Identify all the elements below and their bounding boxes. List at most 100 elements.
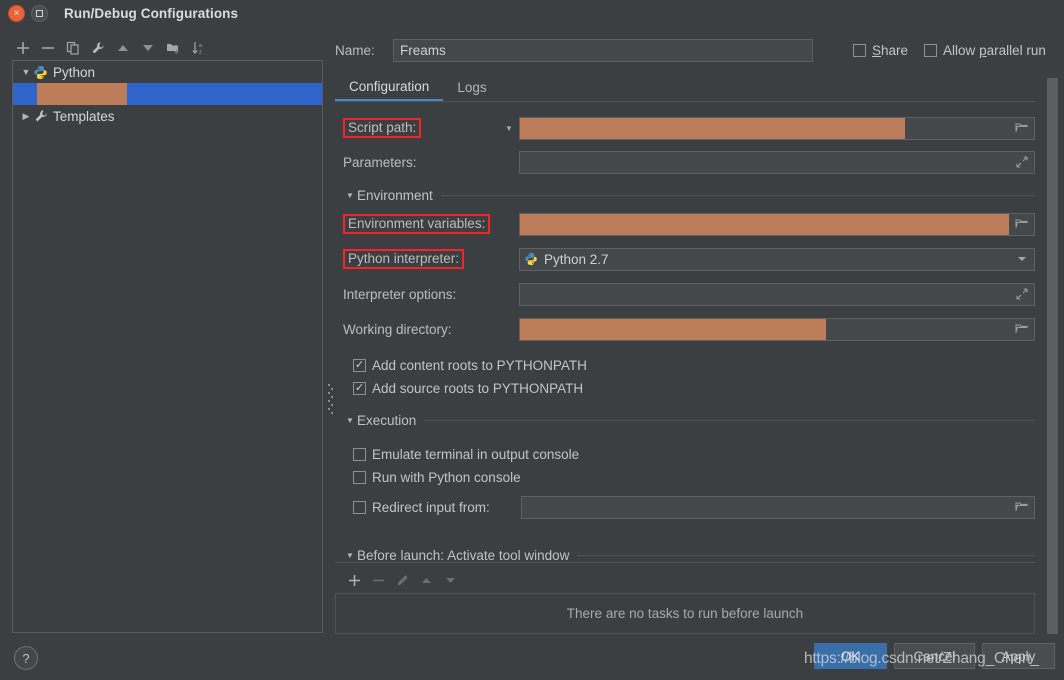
parameters-row: Parameters:	[343, 150, 1035, 174]
redacted-configuration-name	[37, 83, 127, 105]
python-interpreter-value: Python 2.7	[544, 251, 609, 267]
create-folder-icon[interactable]	[162, 37, 184, 59]
chevron-down-icon[interactable]: ▼	[343, 191, 357, 200]
before-launch-section-header[interactable]: ▼ Before launch: Activate tool window	[343, 548, 1035, 563]
editor-vertical-scrollbar[interactable]	[1047, 78, 1058, 634]
maximize-icon[interactable]	[31, 5, 48, 22]
configurations-tree[interactable]: ▼ Python ▶ Templates	[12, 60, 323, 633]
move-up-icon[interactable]	[112, 37, 134, 59]
chevron-down-icon[interactable]	[1010, 249, 1034, 270]
working-directory-input[interactable]	[519, 317, 1035, 341]
browse-folder-icon[interactable]	[1010, 319, 1034, 340]
tree-node-selected-configuration[interactable]	[13, 83, 322, 105]
before-launch-empty-text: There are no tasks to run before launch	[566, 606, 804, 621]
tab-configuration[interactable]: Configuration	[335, 74, 444, 101]
environment-variables-row: Environment variables:	[343, 212, 1035, 236]
browse-folder-icon[interactable]	[1010, 118, 1034, 139]
add-source-roots-label: Add source roots to PYTHONPATH	[372, 380, 584, 396]
tree-node-templates[interactable]: ▶ Templates	[13, 105, 322, 127]
copy-configuration-icon[interactable]	[62, 37, 84, 59]
script-path-mode-chevron-icon[interactable]: ▼	[499, 124, 519, 133]
redirect-input-row: Redirect input from:	[343, 495, 1035, 519]
script-path-input[interactable]	[519, 116, 1035, 140]
checkbox-icon[interactable]	[353, 381, 366, 395]
edit-templates-wrench-icon[interactable]	[87, 37, 109, 59]
execution-section-label: Execution	[357, 413, 417, 428]
interpreter-options-input[interactable]	[519, 282, 1035, 306]
checkbox-icon[interactable]	[353, 447, 366, 461]
add-content-roots-checkbox[interactable]: Add content roots to PYTHONPATH	[343, 353, 587, 377]
watermark-overlay: https://blog.csdn.net/Zhang_Chen_	[804, 650, 1039, 667]
interpreter-options-row: Interpreter options:	[343, 282, 1035, 306]
environment-variables-input[interactable]	[519, 212, 1035, 236]
python-interpreter-select[interactable]: Python 2.7	[519, 247, 1035, 271]
share-label: Share	[872, 42, 909, 58]
share-checkbox[interactable]: Share	[853, 43, 908, 58]
checkbox-icon[interactable]	[353, 500, 366, 514]
add-task-icon[interactable]	[343, 569, 365, 591]
working-directory-label: Working directory:	[343, 321, 452, 337]
close-icon[interactable]: ×	[8, 5, 25, 22]
sort-configurations-icon[interactable]: a z	[187, 37, 209, 59]
scrollbar-thumb[interactable]	[1047, 78, 1058, 634]
chevron-down-icon[interactable]: ▼	[19, 67, 33, 77]
window-title: Run/Debug Configurations	[64, 6, 239, 21]
tree-node-label: Python	[53, 64, 96, 80]
add-configuration-icon[interactable]	[12, 37, 34, 59]
python-icon	[33, 65, 48, 80]
run-with-console-label: Run with Python console	[372, 469, 521, 485]
add-source-roots-checkbox[interactable]: Add source roots to PYTHONPATH	[343, 376, 583, 400]
execution-section-header[interactable]: ▼ Execution	[343, 413, 1035, 428]
redirect-input-path-input[interactable]	[521, 495, 1035, 519]
environment-variables-label: Environment variables:	[343, 214, 491, 234]
tree-node-python[interactable]: ▼ Python	[13, 61, 322, 83]
move-task-down-icon	[439, 569, 461, 591]
script-path-row: Script path: ▼	[343, 116, 1035, 140]
checkbox-icon[interactable]	[353, 358, 366, 372]
emulate-terminal-label: Emulate terminal in output console	[372, 446, 580, 462]
editor-tabs: Configuration Logs	[335, 74, 1064, 102]
checkbox-icon[interactable]	[924, 43, 938, 57]
name-input[interactable]: Freams	[393, 38, 813, 62]
name-row: Name: Freams Share Allow parallel run	[335, 38, 1064, 62]
python-interpreter-row: Python interpreter: Python 2.7	[343, 247, 1035, 271]
name-label: Name:	[335, 42, 375, 58]
tab-logs[interactable]: Logs	[443, 74, 500, 101]
section-divider	[577, 555, 1035, 556]
interpreter-options-label: Interpreter options:	[343, 286, 457, 302]
wrench-icon	[33, 109, 48, 124]
chevron-down-icon[interactable]: ▼	[343, 551, 357, 560]
parameters-label: Parameters:	[343, 154, 417, 170]
chevron-right-icon[interactable]: ▶	[19, 111, 33, 122]
add-content-roots-label: Add content roots to PYTHONPATH	[372, 357, 587, 373]
environment-section-header[interactable]: ▼ Environment	[343, 188, 1035, 203]
expand-editor-icon[interactable]	[1010, 284, 1034, 305]
checkbox-icon[interactable]	[353, 470, 366, 484]
checkbox-icon[interactable]	[853, 43, 866, 57]
window-titlebar: × Run/Debug Configurations	[0, 0, 1064, 27]
before-launch-task-list[interactable]: There are no tasks to run before launch	[335, 593, 1035, 634]
section-divider	[440, 195, 1035, 196]
configuration-editor: Name: Freams Share Allow parallel run Co…	[335, 30, 1064, 634]
redacted-script-path-value	[520, 117, 905, 139]
redacted-working-directory-value	[520, 318, 826, 340]
move-down-icon[interactable]	[137, 37, 159, 59]
browse-folder-icon[interactable]	[1010, 497, 1034, 518]
browse-environment-icon[interactable]	[1010, 214, 1034, 235]
script-path-label: Script path:	[343, 118, 422, 138]
emulate-terminal-checkbox[interactable]: Emulate terminal in output console	[343, 442, 579, 466]
before-launch-label: Before launch: Activate tool window	[357, 548, 570, 563]
configurations-toolbar: a z	[12, 36, 322, 60]
remove-configuration-icon[interactable]	[37, 37, 59, 59]
parameters-input[interactable]	[519, 150, 1035, 174]
run-with-console-checkbox[interactable]: Run with Python console	[343, 465, 521, 489]
help-button[interactable]: ?	[14, 646, 38, 670]
tab-divider	[335, 101, 1035, 102]
expand-editor-icon[interactable]	[1010, 152, 1034, 173]
allow-parallel-run-checkbox[interactable]: Allow parallel run	[924, 43, 1046, 58]
panel-splitter[interactable]	[323, 60, 335, 633]
working-directory-row: Working directory:	[343, 317, 1035, 341]
chevron-down-icon[interactable]: ▼	[343, 416, 357, 425]
move-task-up-icon	[415, 569, 437, 591]
splitter-grip-icon	[328, 382, 333, 416]
